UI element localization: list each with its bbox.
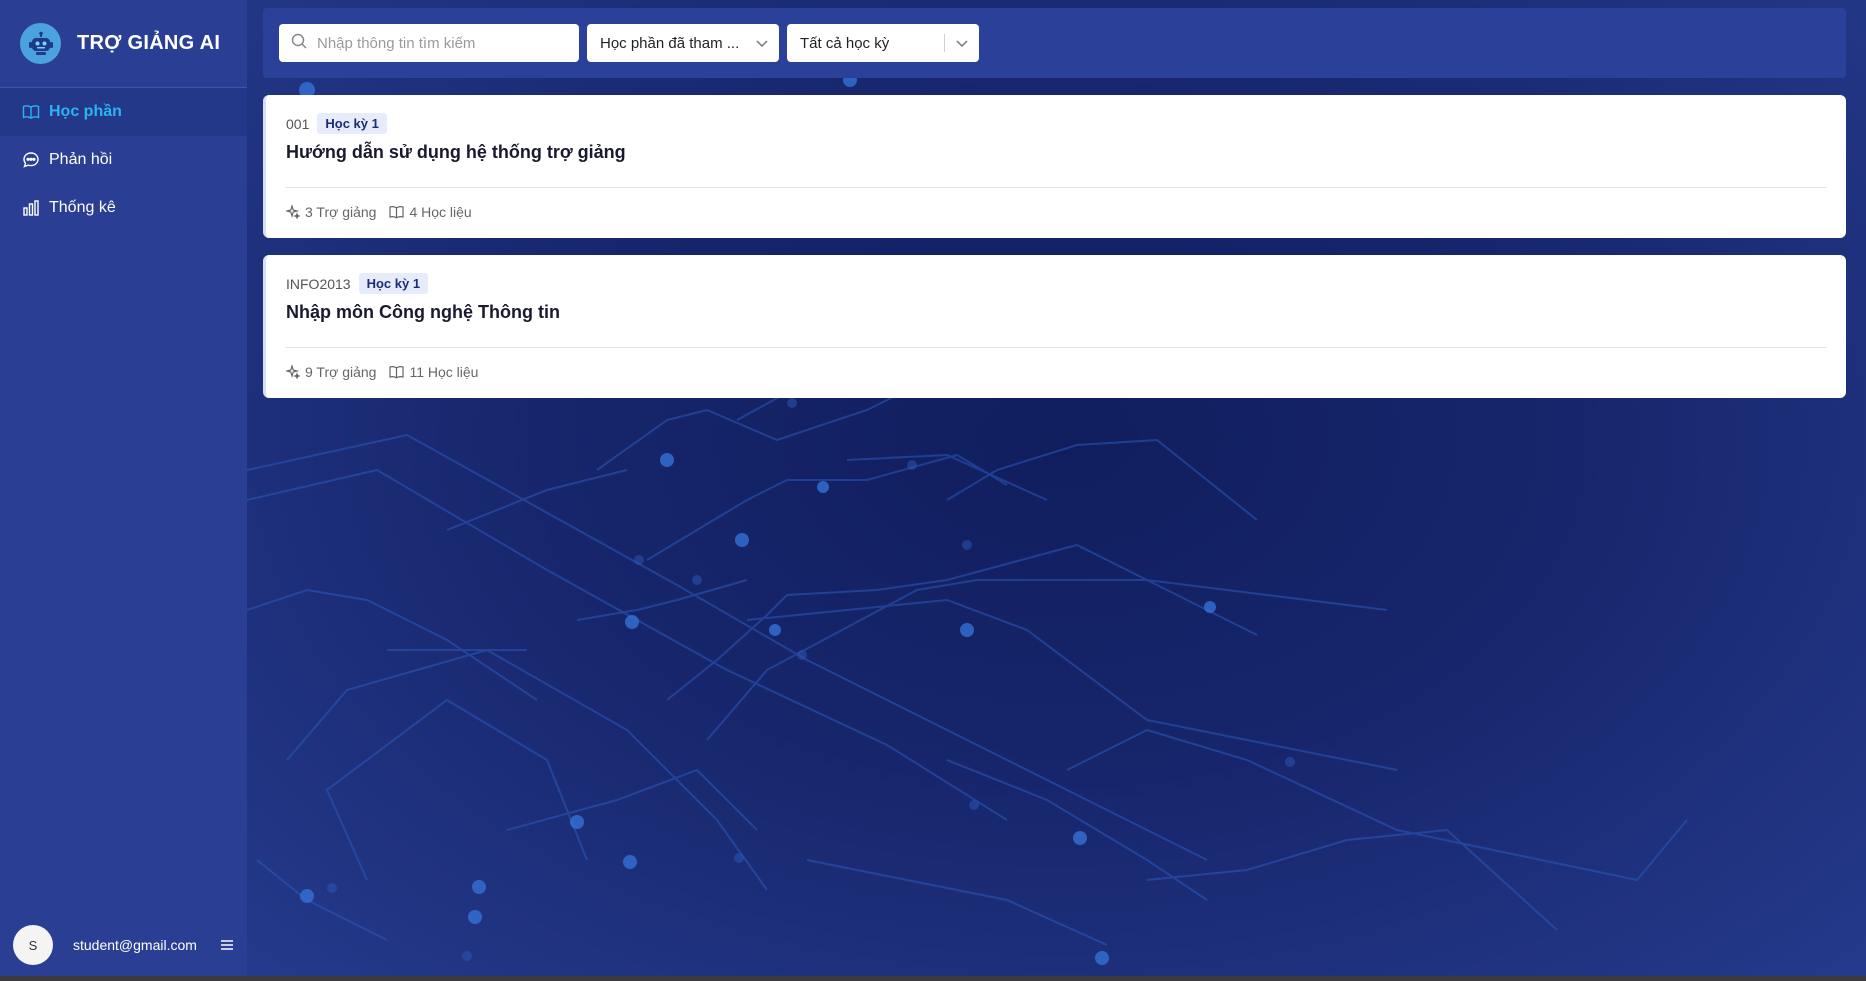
bar-chart-icon [22,199,40,217]
semester-badge: Học kỳ 1 [317,113,387,134]
brand[interactable]: TRỢ GIẢNG AI [0,0,247,88]
user-bar: S student@gmail.com [0,914,247,976]
book-icon [389,366,405,379]
assistant-count: 9 Trợ giảng [286,364,376,380]
course-card[interactable]: INFO2013 Học kỳ 1 Nhập môn Công nghệ Thô… [263,255,1846,398]
course-card[interactable]: 001 Học kỳ 1 Hướng dẫn sử dụng hệ thống … [263,95,1846,238]
robot-logo-icon [20,23,61,64]
select-divider [944,34,945,52]
sidebar-item-label: Phản hồi [49,151,113,168]
course-title[interactable]: Hướng dẫn sử dụng hệ thống trợ giảng [286,142,1846,163]
card-divider [286,347,1826,348]
book-icon [389,206,405,219]
sidebar-item-courses[interactable]: Học phần [0,88,247,136]
chat-bubble-icon [22,151,40,169]
search-icon [291,33,307,54]
course-filter-value: Học phần đã tham ... [600,34,740,52]
sidebar-item-label: Học phần [49,103,122,120]
semester-filter-select[interactable]: Tất cả học kỳ [787,24,979,62]
sidebar-item-statistics[interactable]: Thống kê [0,184,247,232]
hamburger-menu-icon[interactable] [207,939,247,951]
assistant-count: 3 Trợ giảng [286,204,376,220]
sidebar-item-feedback[interactable]: Phản hồi [0,136,247,184]
sparkle-icon [286,365,300,379]
chevron-down-icon [755,36,769,54]
card-divider [286,187,1826,188]
course-title[interactable]: Nhập môn Công nghệ Thông tin [286,302,1846,323]
sidebar: TRỢ GIẢNG AI Học phần Phản hồi Thống kê … [0,0,247,976]
material-count: 4 Học liệu [389,204,472,220]
book-open-icon [22,103,40,121]
search-box[interactable] [279,24,579,62]
filter-toolbar: Học phần đã tham ... Tất cả học kỳ [263,8,1846,78]
material-count: 11 Học liệu [389,364,478,380]
user-email: student@gmail.com [73,937,197,953]
course-code: 001 [286,115,310,132]
course-code: INFO2013 [286,275,351,292]
search-input[interactable] [317,34,557,52]
main-content: Học phần đã tham ... Tất cả học kỳ 001 H… [247,0,1866,976]
chevron-down-icon [955,36,969,54]
semester-badge: Học kỳ 1 [358,273,429,294]
semester-filter-value: Tất cả học kỳ [800,34,890,52]
sparkle-icon [286,205,300,219]
window-bottom-edge [0,976,1866,981]
course-filter-select[interactable]: Học phần đã tham ... [587,24,779,62]
sidebar-item-label: Thống kê [49,199,116,216]
avatar[interactable]: S [13,925,53,965]
app-title: TRỢ GIẢNG AI [77,32,221,54]
sidebar-nav: Học phần Phản hồi Thống kê [0,88,247,232]
